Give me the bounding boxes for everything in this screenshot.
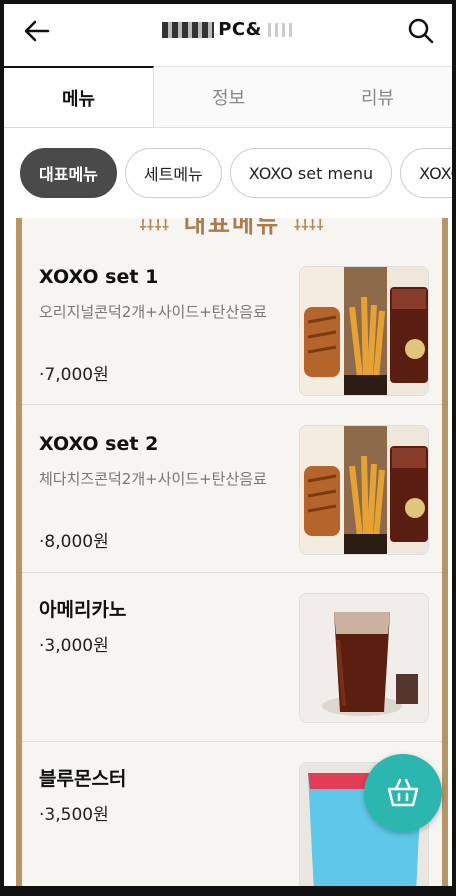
chip-xoxo[interactable]: XOXO xyxy=(400,148,452,198)
app-frame: PC& 메뉴 정보 리뷰 대표메뉴 세트메뉴 XOXO set menu XOX… xyxy=(0,0,456,896)
set-photo xyxy=(299,266,429,396)
chip-xoxo-set-menu[interactable]: XOXO set menu xyxy=(229,148,393,198)
americano-photo xyxy=(299,593,429,723)
cart-button[interactable] xyxy=(364,754,442,832)
tab-menu-label: 메뉴 xyxy=(61,88,96,110)
store-title: PC& xyxy=(4,19,452,40)
menu-item-price-value: 7,000원 xyxy=(44,365,109,385)
menu-item-price-value: 3,000원 xyxy=(44,636,109,656)
basket-icon xyxy=(387,778,419,807)
banner-title: 대표메뉴 xyxy=(183,218,281,236)
menu-item-price: ·3,000원 xyxy=(39,636,109,656)
menu-item-name: XOXO set 1 xyxy=(39,266,159,288)
chip-set-menu[interactable]: 세트메뉴 xyxy=(124,148,222,198)
chip-label: 대표메뉴 xyxy=(39,165,98,184)
tab-info[interactable]: 정보 xyxy=(154,66,303,127)
banner-decoration-right: ⸸⸸⸸⸸ xyxy=(294,218,325,234)
search-icon[interactable] xyxy=(406,16,436,46)
menu-item-price-value: 8,000원 xyxy=(44,532,109,552)
menu-banner: ⸸⸸⸸⸸ 대표메뉴 ⸸⸸⸸⸸ xyxy=(22,218,442,236)
tab-info-label: 정보 xyxy=(211,88,246,109)
menu-item-description: 오리지널콘덕2개+사이드+탄산음료 xyxy=(39,303,267,321)
menu-item-price: ·7,000원 xyxy=(39,365,109,385)
section-tabs: 메뉴 정보 리뷰 xyxy=(4,66,452,128)
menu-item-name: 아메리카노 xyxy=(39,599,127,621)
blurred-store-suffix xyxy=(267,23,294,37)
menu-item-price: ·3,500원 xyxy=(39,805,109,825)
set-photo xyxy=(299,425,429,555)
banner-decoration-left: ⸸⸸⸸⸸ xyxy=(139,218,170,234)
store-title-text: PC& xyxy=(218,19,262,40)
chip-signature-menu[interactable]: 대표메뉴 xyxy=(20,148,117,198)
menu-item[interactable]: 아메리카노 ·3,000원 xyxy=(22,573,442,742)
blurred-store-name xyxy=(162,22,215,38)
menu-item-price: ·8,000원 xyxy=(39,532,109,552)
menu-item-name: XOXO set 2 xyxy=(39,433,159,455)
tab-menu[interactable]: 메뉴 xyxy=(4,66,154,127)
chip-label: 세트메뉴 xyxy=(143,165,203,184)
tab-reviews-label: 리뷰 xyxy=(360,88,395,109)
tab-reviews[interactable]: 리뷰 xyxy=(303,66,452,127)
category-chips: 대표메뉴 세트메뉴 XOXO set menu XOXO xyxy=(20,148,452,200)
chip-label: XOXO xyxy=(419,163,452,183)
chip-label: XOXO set menu xyxy=(248,163,374,183)
menu-item-name: 블루몬스터 xyxy=(39,768,127,790)
menu-item[interactable]: XOXO set 1 오리지널콘덕2개+사이드+탄산음료 ·7,000원 xyxy=(22,236,442,405)
top-bar: PC& xyxy=(4,4,452,62)
menu-item-price-value: 3,500원 xyxy=(44,805,109,825)
menu-item[interactable]: XOXO set 2 체다치즈콘덕2개+사이드+탄산음료 ·8,000원 xyxy=(22,405,442,573)
menu-item-description: 체다치즈콘덕2개+사이드+탄산음료 xyxy=(39,470,267,488)
